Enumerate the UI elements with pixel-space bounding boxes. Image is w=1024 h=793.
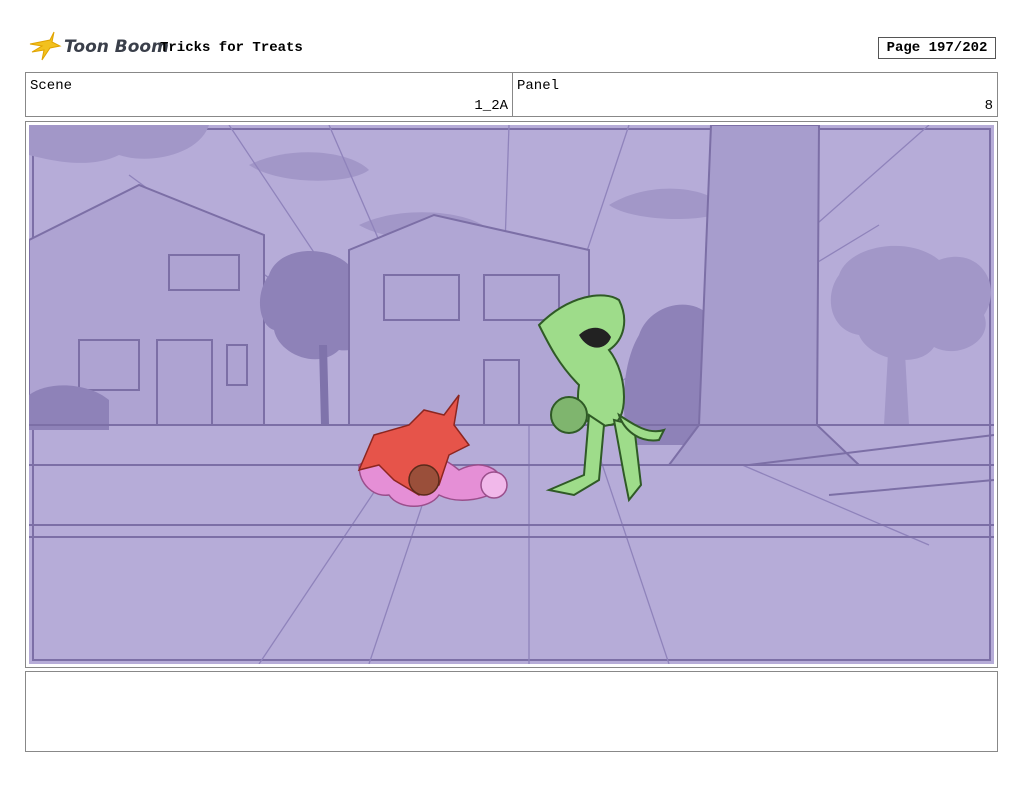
panel-value: 8	[984, 98, 993, 114]
storyboard-title: Tricks for Treats	[160, 40, 303, 56]
storyboard-panel-frame	[25, 121, 998, 668]
panel-cell: Panel 8	[513, 73, 997, 116]
notes-box	[25, 671, 998, 752]
page-indicator: Page 197/202	[878, 37, 996, 59]
panel-label: Panel	[517, 78, 560, 94]
scene-label: Scene	[30, 78, 73, 94]
toon-boom-logo: Toon Boom	[28, 30, 169, 64]
scene-cell: Scene 1_2A	[26, 73, 513, 116]
panel-artwork	[29, 125, 994, 664]
logo-text: Toon Boom	[64, 37, 169, 57]
scene-panel-row: Scene 1_2A Panel 8	[25, 72, 998, 117]
scene-value: 1_2A	[474, 98, 508, 114]
star-burst-icon	[29, 31, 62, 61]
